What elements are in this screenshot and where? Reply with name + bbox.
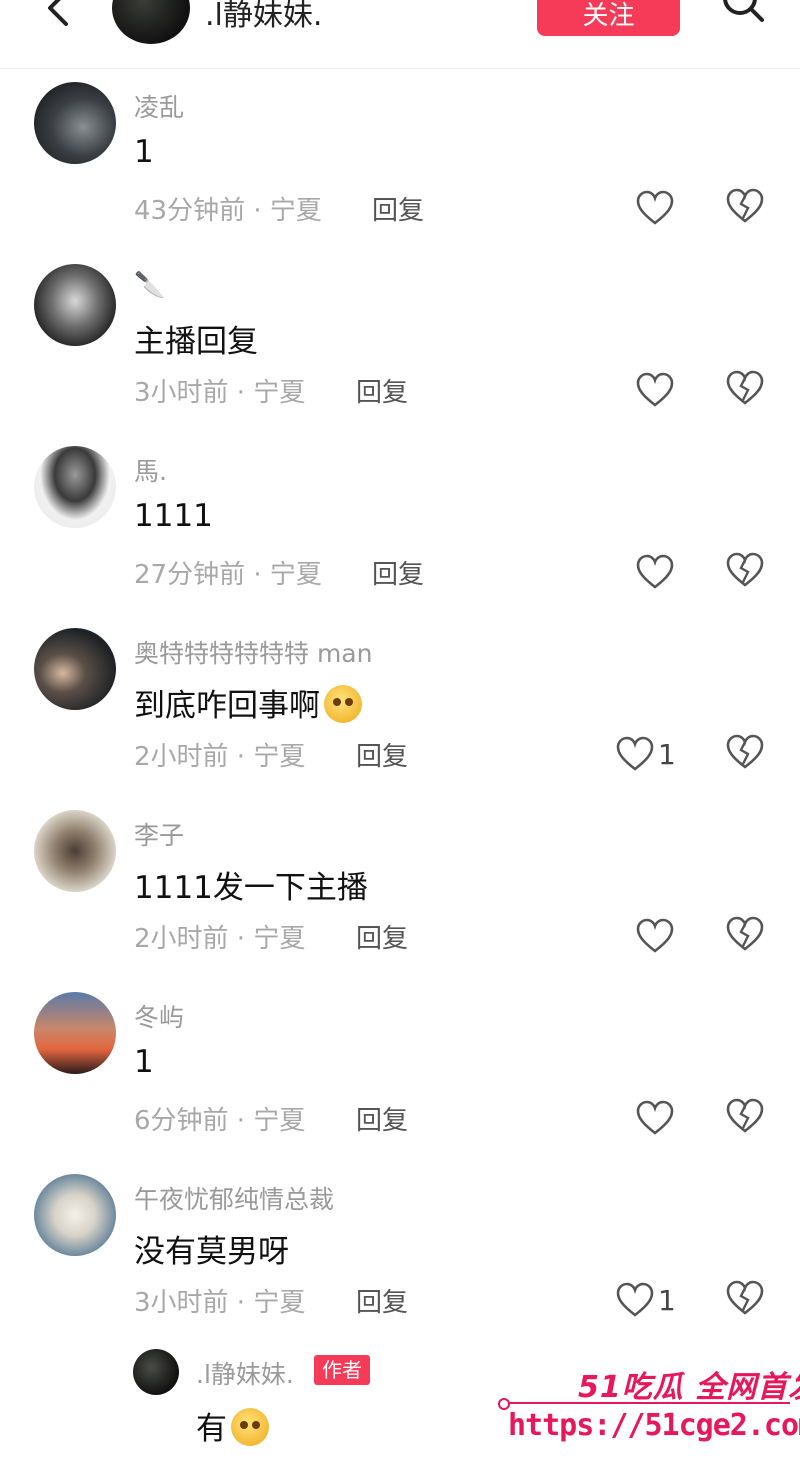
author-reply-content: 有 [196,1411,227,1447]
author-avatar[interactable] [133,1349,179,1395]
comment-text: 没有莫男呀 [134,1234,289,1270]
like-button[interactable] [636,370,678,410]
comment-time-location: 2小时前 · 宁夏 [134,924,306,954]
tongue-emoji-icon [231,1408,269,1446]
comment-username[interactable]: 午夜忧郁纯情总裁 [134,1180,334,1216]
comment-item: 🔪 主播回复 3小时前 · 宁夏 回复 [0,264,800,446]
comment-item: 李子 1111发一下主播 2小时前 · 宁夏 回复 [0,810,800,992]
avatar[interactable] [34,1174,116,1256]
broken-heart-icon[interactable] [726,552,764,588]
like-button[interactable] [636,188,678,228]
broken-heart-icon[interactable] [726,1098,764,1134]
avatar[interactable] [34,446,116,528]
author-username[interactable]: .l静妹妹. [196,1355,294,1391]
author-badge: 作者 [314,1355,370,1385]
like-button[interactable] [636,1098,678,1138]
reply-button[interactable]: 回复 [356,918,408,955]
like-count: 1 [658,737,676,771]
reply-button[interactable]: 回复 [356,372,408,409]
avatar[interactable] [34,628,116,710]
back-icon[interactable] [40,0,80,30]
search-icon[interactable] [718,0,768,28]
channel-avatar[interactable] [112,0,190,44]
channel-name[interactable]: .l静妹妹. [205,0,322,34]
heart-icon [616,736,654,771]
heart-icon [636,1100,674,1135]
broken-heart-icon[interactable] [726,734,764,770]
comment-username[interactable]: 🔪 [134,270,165,300]
broken-heart-icon[interactable] [726,370,764,406]
like-button[interactable]: 1 [616,1280,676,1320]
comment-text: 1111 [134,498,213,534]
heart-icon [636,372,674,407]
comment-time-location: 3小时前 · 宁夏 [134,1288,306,1318]
heart-icon [616,1282,654,1317]
comment-username[interactable]: 冬屿 [134,998,184,1034]
broken-heart-icon[interactable] [726,188,764,224]
watermark-divider [500,1402,790,1404]
comment-time-location: 6分钟前 · 宁夏 [134,1106,306,1136]
comment-time-location: 2小时前 · 宁夏 [134,742,306,772]
comment-username[interactable]: 馬. [134,452,167,488]
watermark-url: https://51cge2.com [508,1408,800,1443]
avatar[interactable] [34,992,116,1074]
like-button[interactable]: 1 [616,734,676,774]
comment-text: 1 [134,134,154,170]
comment-text: 1 [134,1044,154,1080]
broken-heart-icon[interactable] [726,1280,764,1316]
watermark-brand: 51吃瓜 全网首发 [578,1370,800,1405]
comment-time-location: 3小时前 · 宁夏 [134,378,306,408]
comment-username[interactable]: 凌乱 [134,88,184,124]
author-reply-text: 有 [196,1403,269,1448]
follow-button[interactable]: 关注 [537,0,680,36]
top-bar: .l静妹妹. 关注 [0,0,800,69]
reply-button[interactable]: 回复 [356,1282,408,1319]
comment-text: 主播回复 [134,324,258,360]
reply-button[interactable]: 回复 [372,554,424,591]
comment-item: 奥特特特特特特 man 到底咋回事啊 2小时前 · 宁夏 回复 1 [0,628,800,810]
heart-icon [636,190,674,225]
comment-time-location: 43分钟前 · 宁夏 [134,196,322,226]
comment-item: 馬. 1111 27分钟前 · 宁夏 回复 [0,446,800,628]
like-button[interactable] [636,552,678,592]
avatar[interactable] [34,810,116,892]
heart-icon [636,918,674,953]
avatar[interactable] [34,264,116,346]
comment-text: 1111发一下主播 [134,870,368,906]
reply-button[interactable]: 回复 [372,190,424,227]
avatar[interactable] [34,82,116,164]
reply-button[interactable]: 回复 [356,1100,408,1137]
like-count: 1 [658,1283,676,1317]
comment-username[interactable]: 李子 [134,816,184,852]
comment-text: 到底咋回事啊 [134,680,362,725]
comment-time-location: 27分钟前 · 宁夏 [134,560,322,590]
comment-item: 凌乱 1 43分钟前 · 宁夏 回复 [0,82,800,264]
comment-username[interactable]: 奥特特特特特特 man [134,634,372,670]
comment-item: 午夜忧郁纯情总裁 没有莫男呀 3小时前 · 宁夏 回复 1 [0,1174,800,1356]
like-button[interactable] [636,916,678,956]
reply-button[interactable]: 回复 [356,736,408,773]
comment-text-content: 到底咋回事啊 [134,688,320,724]
comment-item: 冬屿 1 6分钟前 · 宁夏 回复 [0,992,800,1174]
heart-icon [636,554,674,589]
teary-emoji-icon [324,685,362,723]
broken-heart-icon[interactable] [726,916,764,952]
